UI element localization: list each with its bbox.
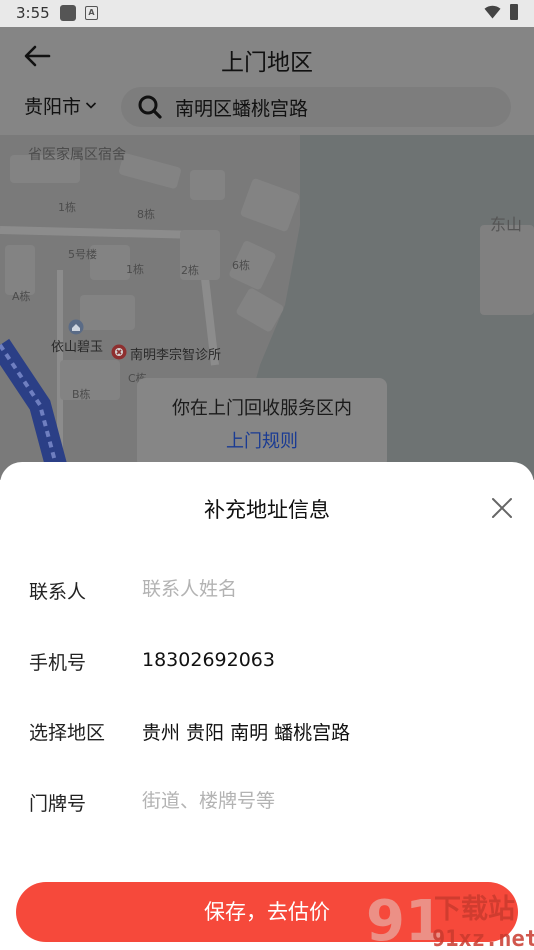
service-area-bubble: 你在上门回收服务区内 上门规则	[137, 378, 387, 468]
close-icon[interactable]	[489, 495, 515, 521]
map-label-building: B栋	[72, 388, 91, 401]
map-poi-clinic: 南明李宗智诊所	[130, 348, 222, 363]
service-area-text: 你在上门回收服务区内	[172, 398, 352, 419]
contact-name-field[interactable]	[142, 573, 502, 605]
phone-row: 手机号	[0, 640, 534, 680]
page-title: 上门地区	[221, 50, 313, 76]
map-label-estate: 省医家属区宿舍	[28, 147, 126, 163]
status-time: 3:55	[16, 4, 50, 22]
contact-row: 联系人	[0, 569, 534, 609]
map-label-building: 1栋	[126, 263, 144, 276]
status-bar: 3:55 A	[0, 0, 534, 27]
search-input[interactable]: 南明区蟠桃宫路	[121, 87, 511, 127]
contact-label: 联系人	[29, 581, 87, 603]
notification-app-icon	[60, 5, 76, 21]
door-label: 门牌号	[29, 793, 87, 815]
service-rules-link[interactable]: 上门规则	[137, 427, 387, 453]
map-label-building: 8栋	[137, 208, 155, 221]
notification-letter-icon: A	[85, 6, 98, 20]
battery-icon	[510, 4, 518, 20]
map-label-area: 东山	[490, 215, 523, 234]
search-icon	[138, 95, 162, 119]
wifi-icon	[484, 5, 501, 19]
map-label-building: 5号楼	[68, 248, 97, 261]
city-label: 贵阳市	[24, 95, 82, 118]
sheet-title: 补充地址信息	[204, 498, 330, 522]
svg-text:下载站: 下载站	[434, 894, 515, 925]
map-label-building: 2栋	[181, 264, 199, 277]
clinic-pin-icon	[111, 344, 127, 360]
map-label-building: 1栋	[58, 201, 76, 214]
map-label-building: A栋	[12, 290, 31, 303]
region-row[interactable]: 选择地区 贵州 贵阳 南明 蟠桃宫路	[0, 710, 534, 750]
city-selector[interactable]: 贵阳市	[24, 90, 97, 120]
search-query: 南明区蟠桃宫路	[175, 97, 309, 120]
phone-field[interactable]	[142, 644, 502, 676]
site-watermark-logo: 91 下载站 91xz.net	[366, 889, 534, 950]
door-number-field[interactable]	[142, 785, 502, 817]
phone-label: 手机号	[29, 652, 87, 674]
map-poi-residence: 依山碧玉	[51, 340, 104, 355]
region-label: 选择地区	[29, 722, 106, 744]
svg-text:91xz.net: 91xz.net	[432, 927, 534, 950]
map-view[interactable]: 省医家属区宿舍 1栋 8栋 5号楼 1栋 2栋 6栋 A栋 C栋 B栋 东山 依…	[0, 135, 534, 480]
chevron-down-icon	[85, 102, 97, 109]
region-value[interactable]: 贵州 贵阳 南明 蟠桃宫路	[142, 718, 350, 745]
address-info-sheet: 补充地址信息 联系人 手机号 选择地区 贵州 贵阳 南明 蟠桃宫路 门牌号 保存…	[0, 462, 534, 950]
map-label-building: 6栋	[232, 259, 250, 272]
door-row: 门牌号	[0, 781, 534, 821]
residence-pin-icon	[68, 319, 84, 335]
header: 上门地区 贵阳市 南明区蟠桃宫路	[0, 27, 534, 135]
